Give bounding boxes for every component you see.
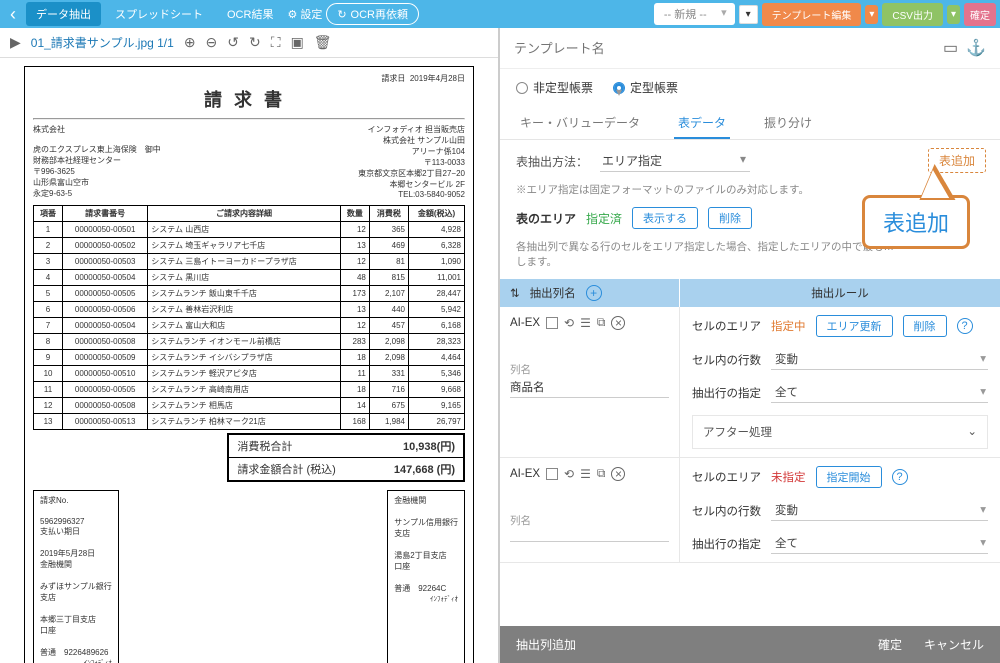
anchor-icon[interactable]: ⚓ [966,38,986,58]
rotate-ccw-icon[interactable]: ↺ [227,34,239,51]
back-button[interactable]: ‹ [4,4,22,25]
table-row: 400000050-00504システム 黒川店4881511,001 [34,270,465,286]
area-label: 表のエリア [516,210,576,227]
area-show-button[interactable]: 表示する [632,207,698,229]
copy-icon[interactable]: ⧉ [597,315,606,330]
copy-icon[interactable]: ⧉ [597,466,606,481]
column-name-input[interactable] [510,528,669,542]
invoice: 請求日 2019年4月28日 請求書 株式会社 虎のエクスプレス東上海保険 御中… [24,66,474,663]
table-row: 900000050-00509システムランチ イシバシプラザ店182,0984,… [34,350,465,366]
crop-icon[interactable]: ⛶ [271,34,281,51]
loop-icon[interactable]: ⟲ [564,467,574,481]
cell-area-btn1[interactable]: 指定開始 [816,466,882,488]
table-row: 200000050-00502システム 埼玉ギャラリア七千店134696,328 [34,238,465,254]
list-icon[interactable]: ☰ [580,467,591,481]
template-select-dd[interactable]: ▾ [739,5,758,24]
rule-name: AI-EX⟲☰⧉× [510,315,669,330]
table-row: 1000000050-00510システムランチ 軽沢アピタ店113315,346 [34,366,465,382]
table-row: 1100000050-00505システムランチ 高崎南用店187169,668 [34,382,465,398]
template-name-input[interactable] [514,41,935,56]
area-status: 指定済 [586,210,622,227]
re-ocr-button[interactable]: ↻ OCR再依頼 [326,3,419,25]
column-name-input[interactable]: 商品名 [510,377,669,398]
table-row: 1300000050-00513システムランチ 柏林マーク21店1681,984… [34,414,465,430]
tab-ocr-result[interactable]: OCR結果 [217,2,283,26]
pick-select[interactable]: 全て [771,533,988,554]
after-processing[interactable]: アフター処理⌄ [692,415,988,449]
top-bar: ‹ データ抽出 スプレッドシート OCR結果 ⚙ 設定 ↻ OCR再依頼 -- … [0,0,1000,28]
template-edit-button[interactable]: テンプレート編集 [762,3,862,26]
rule-checkbox[interactable] [546,317,558,329]
list-icon[interactable]: ☰ [580,316,591,330]
zoom-out-icon[interactable]: ⊖ [206,34,218,51]
rule-name: AI-EX⟲☰⧉× [510,466,669,481]
subtab-table[interactable]: 表データ [674,106,730,139]
template-select[interactable]: -- 新規 -- [654,3,735,25]
doc-toolbar: ▶ 01_請求書サンプル.jpg 1/1 ⊕ ⊖ ↺ ↻ ⛶ ▣ 🗑 [0,28,498,58]
table-row: 100000050-00501システム 山西店123654,928 [34,222,465,238]
rotate-cw-icon[interactable]: ↻ [249,34,261,51]
radio-typical[interactable]: 定型帳票 [613,79,678,96]
right-panel: ▭ ⚓ 非定型帳票 定型帳票 キー・バリューデータ 表データ 振り分け 表追加 … [500,28,1000,663]
zoom-in-icon[interactable]: ⊕ [184,34,196,51]
col-name-label: 抽出列名 [530,285,576,301]
rule-checkbox[interactable] [546,468,558,480]
cancel-button[interactable]: キャンセル [924,636,984,653]
tab-data-extract[interactable]: データ抽出 [26,2,101,26]
csv-export-dd[interactable]: ▾ [947,5,960,24]
subtab-kv[interactable]: キー・バリューデータ [516,106,644,139]
method-label: 表抽出方法： [516,153,588,170]
add-extract-col-button[interactable]: 抽出列追加 [516,636,576,653]
cell-area-btn2[interactable]: 削除 [903,315,947,337]
loop-icon[interactable]: ⟲ [564,316,574,330]
rows-select[interactable]: 変動 [771,349,988,370]
table-row: 300000050-00503システム 三島イトーヨーカドープラザ店12811,… [34,254,465,270]
settings-link[interactable]: ⚙ 設定 [287,6,322,22]
table-row: 700000050-00504システム 富山大和店124576,168 [34,318,465,334]
confirm-button-bottom[interactable]: 確定 [878,636,902,653]
confirm-button[interactable]: 確定 [964,3,996,26]
rule-label: 抽出ルール [680,279,1000,307]
table-row: 600000050-00506システム 善林岩沢利店134405,942 [34,302,465,318]
invoice-table: 項番請求書番号ご請求内容詳細数量消費税金額(税込) 100000050-0050… [33,205,465,430]
rules-list: AI-EX⟲☰⧉×列名商品名セルのエリア指定中エリア更新削除?セル内の行数変動抽… [500,307,1000,563]
bottom-bar: 抽出列追加 確定 キャンセル [500,626,1000,663]
table-row: 1200000050-00508システムランチ 相馬店146759,165 [34,398,465,414]
add-table-callout: 表追加 [862,195,970,249]
delete-row-icon[interactable]: × [611,467,625,481]
table-row: 800000050-00508システムランチ イオンモール前橋店2832,098… [34,334,465,350]
method-select[interactable]: エリア指定 [600,150,750,172]
delete-row-icon[interactable]: × [611,316,625,330]
column-header: ⇅ 抽出列名 + 抽出ルール [500,279,1000,307]
template-edit-dd[interactable]: ▾ [865,5,878,24]
invoice-title: 請求書 [33,86,465,112]
filename-label: 01_請求書サンプル.jpg 1/1 [31,34,174,51]
play-icon[interactable]: ▶ [10,34,21,51]
image-icon[interactable]: ▣ [291,34,304,51]
rect-icon[interactable]: ▭ [943,38,958,58]
add-column-icon[interactable]: + [586,285,602,301]
area-delete-button[interactable]: 削除 [708,207,752,229]
help-icon[interactable]: ? [957,318,973,334]
table-row: 500000050-00505システムランチ 飯山東千千店1732,10728,… [34,286,465,302]
document-viewer[interactable]: 請求日 2019年4月28日 請求書 株式会社 虎のエクスプレス東上海保険 御中… [0,58,498,663]
help-icon[interactable]: ? [892,469,908,485]
cell-area-btn1[interactable]: エリア更新 [816,315,893,337]
chevron-down-icon: ⌄ [967,424,977,440]
sort-icon[interactable]: ⇅ [510,286,520,300]
tab-spreadsheet[interactable]: スプレッドシート [105,2,213,26]
rows-select[interactable]: 変動 [771,500,988,521]
pick-select[interactable]: 全て [771,382,988,403]
subtab-sort[interactable]: 振り分け [760,106,816,139]
left-panel: ▶ 01_請求書サンプル.jpg 1/1 ⊕ ⊖ ↺ ↻ ⛶ ▣ 🗑 請求日 2… [0,28,500,663]
trash-icon[interactable]: 🗑 [314,34,332,51]
csv-export-button[interactable]: CSV出力 [882,3,943,26]
radio-atypical[interactable]: 非定型帳票 [516,79,593,96]
